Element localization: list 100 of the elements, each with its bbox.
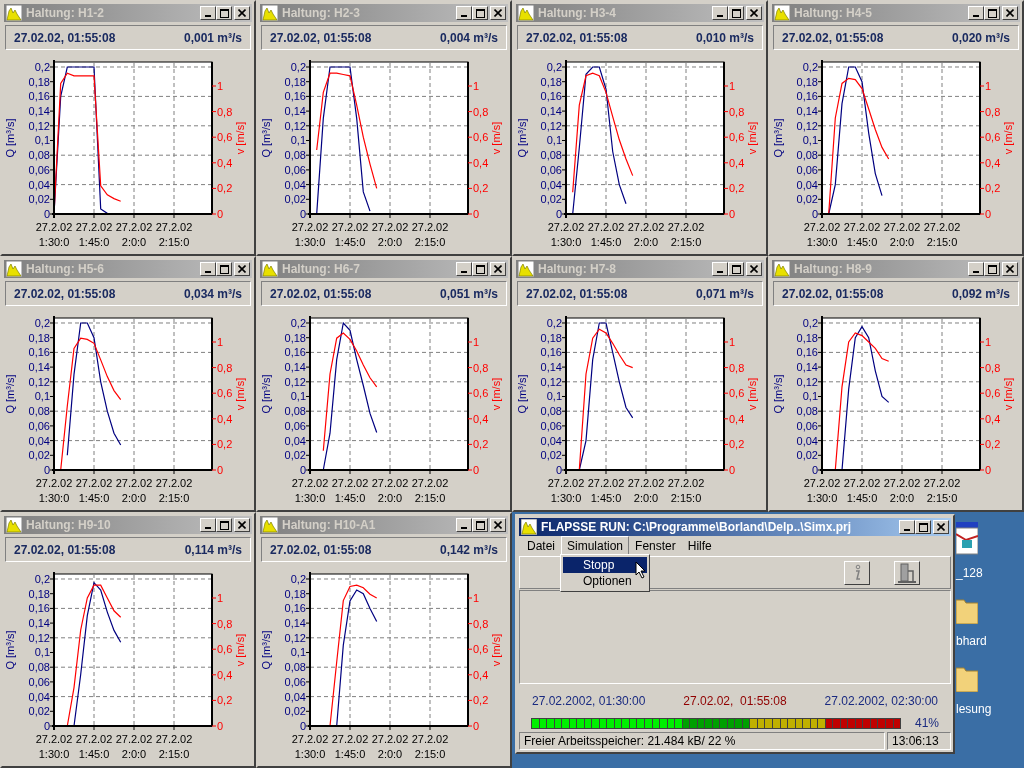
y-tick-label: 0,08 bbox=[540, 405, 562, 418]
y2-tick-label: 0,4 bbox=[729, 156, 745, 169]
desktop-icon-label[interactable]: lesung bbox=[956, 700, 992, 718]
close-button[interactable] bbox=[490, 6, 506, 20]
x-tick-label: 27.2.02 2:0:0 bbox=[883, 477, 921, 504]
close-button[interactable] bbox=[746, 262, 762, 276]
chart-app-icon bbox=[518, 5, 534, 21]
dropdown-item[interactable]: Optionen bbox=[563, 572, 647, 589]
maximize-button[interactable] bbox=[984, 262, 1000, 276]
y-tick-label: 0 bbox=[299, 464, 306, 476]
menu-item[interactable]: Datei bbox=[521, 536, 561, 556]
y-tick-label: 0,04 bbox=[28, 178, 50, 191]
y-tick-label: 0,16 bbox=[540, 346, 562, 359]
y-tick-label: 0,18 bbox=[28, 331, 50, 344]
y-tick-label: 0,1 bbox=[802, 390, 818, 403]
y-axis-title: Q [m³/s] bbox=[516, 374, 528, 414]
menu-item[interactable]: Hilfe bbox=[681, 536, 718, 556]
window-title: Haltung: H3-4 bbox=[538, 5, 617, 22]
close-button[interactable] bbox=[234, 518, 250, 532]
y2-tick-label: 0,8 bbox=[473, 617, 489, 630]
chart-app-icon bbox=[262, 517, 278, 533]
y2-tick-label: 0,2 bbox=[729, 182, 745, 195]
progress-percent: 41% bbox=[913, 715, 939, 732]
maximize-button[interactable] bbox=[472, 262, 488, 276]
y-tick-label: 0,06 bbox=[284, 419, 306, 432]
close-icon bbox=[937, 523, 945, 531]
x-tick-label: 27.2.02 2:0:0 bbox=[115, 477, 153, 504]
status-clock: 13:06:13 bbox=[887, 732, 951, 750]
maximize-button[interactable] bbox=[216, 6, 232, 20]
minimize-button[interactable] bbox=[200, 6, 216, 20]
y2-axis-title: v [m/s] bbox=[1002, 121, 1014, 155]
y-tick-label: 0 bbox=[299, 208, 306, 220]
flow-value: 0,114 m³/s bbox=[184, 541, 242, 559]
flow-value: 0,010 m³/s bbox=[695, 29, 754, 47]
minimize-button[interactable] bbox=[456, 518, 472, 532]
y2-tick-label: 0 bbox=[729, 464, 736, 476]
x-tick-label: 27.2.02 2:15:0 bbox=[667, 477, 705, 504]
minimize-button[interactable] bbox=[712, 262, 728, 276]
y2-tick-label: 0,8 bbox=[217, 617, 233, 630]
y2-tick-label: 0,2 bbox=[985, 182, 1001, 195]
exit-button[interactable] bbox=[894, 560, 920, 585]
y2-tick-label: 0 bbox=[217, 720, 224, 732]
maximize-button[interactable] bbox=[915, 520, 931, 534]
y2-tick-label: 0,4 bbox=[985, 156, 1001, 169]
y-tick-label: 0,1 bbox=[546, 390, 562, 403]
minimize-button[interactable] bbox=[968, 262, 984, 276]
maximize-button[interactable] bbox=[472, 518, 488, 532]
maximize-icon bbox=[918, 522, 928, 532]
y-tick-label: 0,14 bbox=[28, 105, 50, 118]
y-tick-label: 0 bbox=[811, 208, 818, 220]
minimize-button[interactable] bbox=[899, 520, 915, 534]
timestamp: 27.02.02, 01:55:08 bbox=[526, 29, 628, 47]
minimize-button[interactable] bbox=[712, 6, 728, 20]
minimize-button[interactable] bbox=[968, 6, 984, 20]
maximize-button[interactable] bbox=[472, 6, 488, 20]
y-tick-label: 0,12 bbox=[284, 631, 306, 644]
maximize-icon bbox=[219, 8, 229, 18]
close-button[interactable] bbox=[490, 518, 506, 532]
y-tick-label: 0,18 bbox=[284, 75, 306, 88]
y-tick-label: 0,02 bbox=[284, 193, 306, 206]
maximize-icon bbox=[731, 8, 741, 18]
maximize-button[interactable] bbox=[728, 262, 744, 276]
timestamp: 27.02.02, 01:55:08 bbox=[526, 285, 628, 303]
close-button[interactable] bbox=[234, 262, 250, 276]
y-tick-label: 0,06 bbox=[796, 419, 818, 432]
chart-app-icon bbox=[518, 261, 534, 277]
dropdown-item[interactable]: Stopp bbox=[563, 556, 647, 573]
chart-app-icon bbox=[6, 261, 22, 277]
close-button[interactable] bbox=[490, 262, 506, 276]
y-tick-label: 0,02 bbox=[28, 705, 50, 718]
maximize-button[interactable] bbox=[216, 518, 232, 532]
desktop-icon-label[interactable]: bhard bbox=[956, 632, 987, 650]
flow-value: 0,004 m³/s bbox=[439, 29, 498, 47]
minimize-button[interactable] bbox=[200, 518, 216, 532]
x-tick-label: 27.2.02 1:45:0 bbox=[843, 477, 881, 504]
close-button[interactable] bbox=[933, 520, 949, 534]
minimize-button[interactable] bbox=[456, 6, 472, 20]
maximize-button[interactable] bbox=[984, 6, 1000, 20]
maximize-button[interactable] bbox=[216, 262, 232, 276]
close-button[interactable] bbox=[746, 6, 762, 20]
close-button[interactable] bbox=[1002, 6, 1018, 20]
menu-item[interactable]: Fenster bbox=[629, 536, 682, 556]
y-tick-label: 0,06 bbox=[28, 163, 50, 176]
minimize-button[interactable] bbox=[456, 262, 472, 276]
y-tick-label: 0 bbox=[43, 464, 50, 476]
y-tick-label: 0,12 bbox=[284, 119, 306, 132]
y2-tick-label: 0 bbox=[217, 208, 224, 220]
desktop-icon-label[interactable]: _128 bbox=[956, 564, 983, 582]
y-tick-label: 0,08 bbox=[796, 405, 818, 418]
y-tick-label: 0,12 bbox=[796, 119, 818, 132]
minimize-button[interactable] bbox=[200, 262, 216, 276]
close-button[interactable] bbox=[234, 6, 250, 20]
x-tick-label: 27.2.02 2:0:0 bbox=[115, 221, 153, 248]
chart-app-icon bbox=[262, 261, 278, 277]
maximize-button[interactable] bbox=[728, 6, 744, 20]
x-tick-label: 27.2.02 1:30:0 bbox=[35, 733, 73, 760]
close-button[interactable] bbox=[1002, 262, 1018, 276]
y2-tick-label: 0,4 bbox=[473, 156, 489, 169]
info-button[interactable] bbox=[844, 560, 870, 585]
y2-tick-label: 1 bbox=[473, 592, 480, 604]
